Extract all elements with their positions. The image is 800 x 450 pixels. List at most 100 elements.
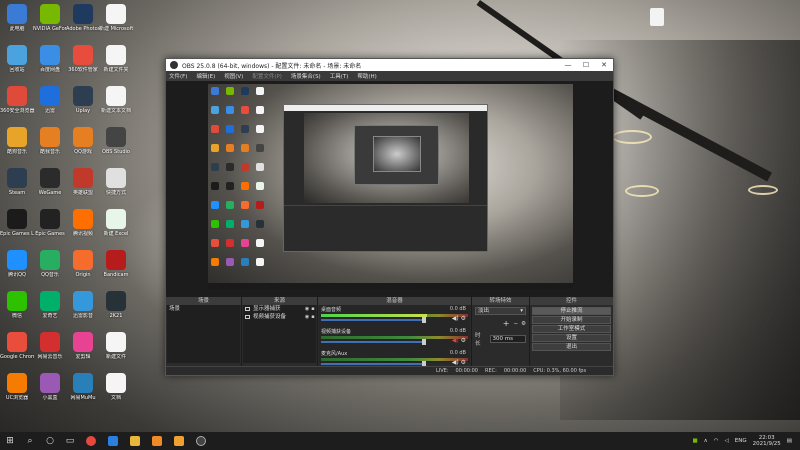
scene-item[interactable]: 场景 [167, 305, 240, 313]
desktop-icon[interactable]: 2K21 [99, 291, 133, 319]
search-icon[interactable]: ⌕ [20, 432, 40, 450]
gear-icon[interactable]: ⚙ [521, 321, 526, 327]
gear-icon[interactable]: ⚙ [459, 315, 466, 322]
notification-icon[interactable]: ▤ [787, 438, 792, 444]
desktop-icon[interactable]: 网易云音乐 [33, 332, 67, 360]
desktop-icon[interactable]: Google Chrome [0, 332, 34, 360]
volume-icon[interactable]: ◁ [725, 438, 729, 444]
desktop-icon[interactable]: 360安全浏览器 [0, 86, 34, 114]
desktop-icon[interactable]: QQ音乐 [33, 250, 67, 278]
speaker-icon[interactable]: ◀) [452, 359, 459, 366]
desktop-icon[interactable]: OBS Studio [99, 127, 133, 155]
source-item[interactable]: 视频捕获设备 ◉ ▪ [243, 313, 316, 321]
desktop-icon[interactable]: Bandicam [99, 250, 133, 278]
desktop-icon[interactable]: 迅雷影音 [66, 291, 100, 319]
widgets-icon[interactable]: ▭ [60, 432, 80, 450]
remove-transition-button[interactable]: − [513, 321, 518, 327]
menu-tools[interactable]: 工具(T) [330, 72, 349, 80]
transition-select[interactable]: 淡出 ▾ [475, 307, 526, 315]
desktop-icon[interactable]: NVIDIA GeForce Experience [33, 4, 67, 32]
preview-area [166, 81, 613, 297]
desktop-icon[interactable]: 爱剪辑 [66, 332, 100, 360]
minimize-button[interactable]: — [559, 61, 577, 69]
source-item[interactable]: 显示器捕获 ◉ ▪ [243, 305, 316, 313]
desktop-icon[interactable]: Steam [0, 168, 34, 196]
windows-start-icon[interactable]: ⊞ [0, 432, 20, 450]
gear-icon[interactable]: ⚙ [459, 337, 466, 344]
desktop-icon[interactable]: UC浏览器 [0, 373, 34, 401]
desktop-icon[interactable]: 回收站 [0, 45, 34, 73]
desktop-icon[interactable]: 腾讯视频 [66, 209, 100, 237]
desktop-icon[interactable]: 酷狗音乐 [0, 127, 34, 155]
desktop-icon[interactable]: 快捷方式 [99, 168, 133, 196]
desktop-icon[interactable]: 新建文件夹 [99, 45, 133, 73]
add-transition-button[interactable]: + [503, 319, 510, 328]
desktop-icon[interactable]: 360软件管家 [66, 45, 100, 73]
desktop-icon[interactable]: 酷我音乐 [33, 127, 67, 155]
menu-file[interactable]: 文件(F) [169, 72, 187, 80]
lock-icon[interactable]: ▪ [310, 313, 316, 321]
document-icon[interactable] [650, 8, 664, 26]
file-explorer-icon[interactable] [124, 432, 146, 450]
desktop-icon[interactable]: 新建 Excel [99, 209, 133, 237]
maximize-button[interactable]: ☐ [577, 61, 595, 69]
desktop-icon[interactable]: 小黑盒 [33, 373, 67, 401]
preview-canvas[interactable] [208, 84, 573, 289]
360-browser-icon[interactable] [102, 432, 124, 450]
obs-titlebar[interactable]: OBS 25.0.8 (64-bit, windows) - 配置文件: 未命名… [166, 59, 613, 71]
desktop-icon[interactable]: WeGame [33, 168, 67, 196]
menu-scene-collection[interactable]: 场景集合(S) [291, 72, 321, 80]
gear-icon[interactable]: ⚙ [459, 359, 466, 366]
desktop-icon[interactable]: 网易MuMu [66, 373, 100, 401]
settings-button[interactable]: 设置 [532, 334, 611, 342]
desktop-icon[interactable]: 新建文件 [99, 332, 133, 360]
desktop-icon[interactable]: 文档 [99, 373, 133, 401]
speaker-icon[interactable]: ◀) [452, 315, 459, 322]
studio-mode-button[interactable]: 工作室模式 [532, 325, 611, 333]
desktop-icon[interactable]: 迅雷 [33, 86, 67, 114]
duration-input[interactable]: 300 ms [489, 335, 526, 343]
desktop-icon[interactable]: Epic Games Launcher [0, 209, 34, 237]
nvidia-tray-icon[interactable]: ■ [692, 438, 697, 444]
desktop-icon[interactable]: 此电脑 [0, 4, 34, 32]
app-icon[interactable] [146, 432, 168, 450]
menu-view[interactable]: 视图(V) [224, 72, 243, 80]
desktop-icon[interactable]: Uplay [66, 86, 100, 114]
mixer-list: 桌面音频 0.0 dB ◀) ⚙ 视频捕获设备 0.0 dB ◀) ⚙ 麦克风/Aux 0.0… [319, 305, 470, 367]
desktop-icon[interactable]: Adobe Photoshop [66, 4, 100, 32]
app-icon[interactable] [168, 432, 190, 450]
volume-slider[interactable] [321, 339, 426, 345]
desktop-icon[interactable]: 英雄联盟 [66, 168, 100, 196]
desktop-icon[interactable]: 爱奇艺 [33, 291, 67, 319]
volume-slider[interactable] [321, 317, 426, 323]
obs-taskbar-icon[interactable] [190, 432, 212, 450]
exit-button[interactable]: 退出 [532, 343, 611, 351]
speaker-icon[interactable]: ◀) [452, 337, 459, 344]
desktop-icon-label: 微信 [11, 313, 22, 319]
menu-profile[interactable]: 配置文件(P) [252, 72, 282, 80]
system-tray: ■ ∧ ◠ ◁ ENG 22:03 2021/9/25 ▤ [692, 432, 800, 450]
desktop-icon[interactable]: Origin [66, 250, 100, 278]
language-indicator[interactable]: ENG [735, 438, 747, 444]
desktop-icon-label: 新建文本文档 [100, 108, 131, 114]
chrome-icon[interactable] [80, 432, 102, 450]
desktop-icon[interactable]: 新建 Microsoft [99, 4, 133, 32]
wifi-icon[interactable]: ◠ [714, 438, 719, 444]
desktop-icon[interactable]: 百度网盘 [33, 45, 67, 73]
stop-streaming-button[interactable]: 停止推流 [532, 307, 611, 315]
task-view-icon[interactable]: ○ [40, 432, 60, 450]
desktop-icon[interactable]: 腾讯QQ [0, 250, 34, 278]
volume-slider[interactable] [321, 361, 426, 367]
lock-icon[interactable]: ▪ [310, 305, 316, 313]
desktop-icon[interactable]: 微信 [0, 291, 34, 319]
start-recording-button[interactable]: 开始录制 [532, 316, 611, 324]
desktop-icon[interactable]: Epic Games [33, 209, 67, 237]
menu-edit[interactable]: 编辑(E) [196, 72, 215, 80]
desktop-icon[interactable]: 新建文本文档 [99, 86, 133, 114]
desktop-icon[interactable]: QQ游戏 [66, 127, 100, 155]
menu-help[interactable]: 帮助(H) [357, 72, 376, 80]
chevron-up-icon[interactable]: ∧ [704, 438, 708, 444]
close-button[interactable]: ✕ [595, 61, 613, 69]
clock[interactable]: 22:03 2021/9/25 [753, 435, 781, 447]
cpu-status: CPU: 0.3%, 60.00 fps [533, 368, 587, 374]
